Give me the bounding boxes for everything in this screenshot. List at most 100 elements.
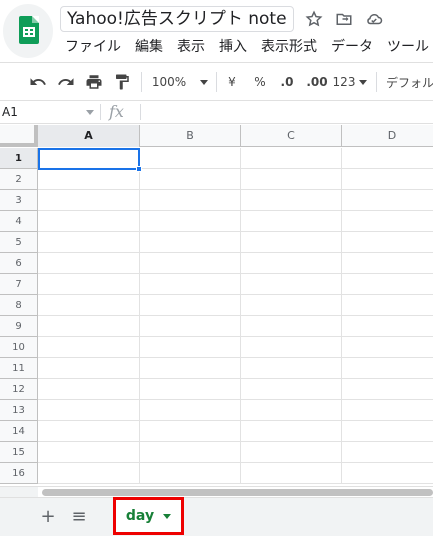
font-family-select[interactable]: デフォル bbox=[386, 71, 433, 93]
row-header[interactable]: 7 bbox=[0, 274, 38, 295]
row-header[interactable]: 8 bbox=[0, 295, 38, 316]
grid-cell[interactable] bbox=[38, 169, 140, 190]
grid-cell[interactable] bbox=[342, 316, 433, 337]
grid-cell[interactable] bbox=[241, 400, 342, 421]
grid-cell[interactable] bbox=[38, 316, 140, 337]
grid-cell[interactable] bbox=[241, 316, 342, 337]
grid-cell[interactable] bbox=[342, 232, 433, 253]
row-header[interactable]: 1 bbox=[0, 148, 38, 169]
star-icon[interactable] bbox=[304, 9, 324, 29]
grid-cell[interactable] bbox=[38, 253, 140, 274]
add-sheet-button[interactable]: + bbox=[37, 506, 59, 528]
grid-cell[interactable] bbox=[38, 295, 140, 316]
select-all-corner[interactable] bbox=[0, 125, 38, 147]
grid-cell[interactable] bbox=[140, 379, 241, 400]
chevron-down-icon[interactable] bbox=[163, 513, 172, 519]
grid-cell[interactable] bbox=[38, 337, 140, 358]
grid-cell[interactable] bbox=[38, 274, 140, 295]
grid-cell[interactable] bbox=[140, 421, 241, 442]
column-header-c[interactable]: C bbox=[241, 125, 342, 147]
grid-cell[interactable] bbox=[241, 169, 342, 190]
row-header[interactable]: 13 bbox=[0, 400, 38, 421]
horizontal-scrollbar[interactable] bbox=[0, 486, 433, 498]
row-header[interactable]: 11 bbox=[0, 358, 38, 379]
row-header[interactable]: 9 bbox=[0, 316, 38, 337]
grid-cell[interactable] bbox=[342, 379, 433, 400]
cloud-status-icon[interactable] bbox=[364, 9, 384, 29]
grid-cell[interactable] bbox=[140, 274, 241, 295]
menu-insert[interactable]: 挿入 bbox=[212, 36, 254, 58]
grid-cell[interactable] bbox=[342, 274, 433, 295]
grid-cell[interactable] bbox=[342, 190, 433, 211]
grid-cell[interactable] bbox=[342, 463, 433, 484]
currency-format-button[interactable]: ¥ bbox=[222, 71, 242, 93]
row-header[interactable]: 15 bbox=[0, 442, 38, 463]
menu-format[interactable]: 表示形式 bbox=[254, 36, 324, 58]
grid-cell[interactable] bbox=[140, 211, 241, 232]
selected-cell-a1[interactable] bbox=[38, 148, 142, 172]
move-to-folder-icon[interactable] bbox=[334, 9, 354, 29]
grid-cell[interactable] bbox=[38, 442, 140, 463]
fill-handle[interactable] bbox=[136, 166, 142, 172]
grid-cell[interactable] bbox=[241, 190, 342, 211]
grid-cell[interactable] bbox=[140, 190, 241, 211]
row-header[interactable]: 12 bbox=[0, 379, 38, 400]
document-title[interactable]: Yahoo!広告スクリプト note bbox=[60, 6, 294, 32]
menu-view[interactable]: 表示 bbox=[170, 36, 212, 58]
grid-cell[interactable] bbox=[342, 337, 433, 358]
grid-cell[interactable] bbox=[241, 358, 342, 379]
grid-cell[interactable] bbox=[38, 190, 140, 211]
grid-cell[interactable] bbox=[140, 148, 241, 169]
menu-tools[interactable]: ツール bbox=[380, 36, 433, 58]
sheets-home-button[interactable] bbox=[3, 4, 53, 58]
menu-data[interactable]: データ bbox=[324, 36, 380, 58]
column-header-b[interactable]: B bbox=[140, 125, 241, 147]
more-formats-select[interactable]: 123 bbox=[333, 71, 368, 93]
column-header-d[interactable]: D bbox=[342, 125, 433, 147]
grid-cell[interactable] bbox=[342, 295, 433, 316]
grid-cell[interactable] bbox=[38, 463, 140, 484]
row-header[interactable]: 3 bbox=[0, 190, 38, 211]
print-icon[interactable] bbox=[83, 71, 105, 93]
grid-cell[interactable] bbox=[140, 295, 241, 316]
grid-cell[interactable] bbox=[140, 169, 241, 190]
grid-cell[interactable] bbox=[342, 211, 433, 232]
grid-cell[interactable] bbox=[342, 421, 433, 442]
grid-cell[interactable] bbox=[342, 358, 433, 379]
grid-cell[interactable] bbox=[241, 337, 342, 358]
grid-cell[interactable] bbox=[140, 463, 241, 484]
grid-cell[interactable] bbox=[342, 442, 433, 463]
scrollbar-thumb[interactable] bbox=[42, 489, 433, 496]
grid-cell[interactable] bbox=[241, 148, 342, 169]
grid-cell[interactable] bbox=[38, 379, 140, 400]
grid-cell[interactable] bbox=[140, 253, 241, 274]
grid-cell[interactable] bbox=[342, 148, 433, 169]
percent-format-button[interactable]: % bbox=[250, 71, 270, 93]
spreadsheet-grid[interactable]: A B C D 1 2 3 4 5 6 7 8 9 10 11 12 13 14 15 16 bbox=[0, 125, 433, 486]
row-header[interactable]: 5 bbox=[0, 232, 38, 253]
row-header[interactable]: 2 bbox=[0, 169, 38, 190]
grid-cell[interactable] bbox=[140, 232, 241, 253]
sheet-tab-day[interactable]: day bbox=[113, 497, 184, 535]
row-header[interactable]: 10 bbox=[0, 337, 38, 358]
grid-cell[interactable] bbox=[241, 421, 342, 442]
all-sheets-list-icon[interactable]: ≡ bbox=[68, 506, 90, 528]
grid-cell[interactable] bbox=[342, 169, 433, 190]
row-header[interactable]: 6 bbox=[0, 253, 38, 274]
grid-cell[interactable] bbox=[38, 211, 140, 232]
grid-cell[interactable] bbox=[241, 442, 342, 463]
grid-cell[interactable] bbox=[140, 358, 241, 379]
grid-cell[interactable] bbox=[241, 232, 342, 253]
grid-cell[interactable] bbox=[241, 274, 342, 295]
grid-cell[interactable] bbox=[140, 442, 241, 463]
grid-cell[interactable] bbox=[342, 400, 433, 421]
undo-icon[interactable] bbox=[27, 71, 49, 93]
row-header[interactable]: 14 bbox=[0, 421, 38, 442]
grid-cell[interactable] bbox=[241, 463, 342, 484]
grid-cell[interactable] bbox=[342, 253, 433, 274]
menu-file[interactable]: ファイル bbox=[58, 36, 128, 58]
row-header[interactable]: 16 bbox=[0, 463, 38, 484]
menu-edit[interactable]: 編集 bbox=[128, 36, 170, 58]
grid-cell[interactable] bbox=[140, 316, 241, 337]
grid-cell[interactable] bbox=[241, 295, 342, 316]
